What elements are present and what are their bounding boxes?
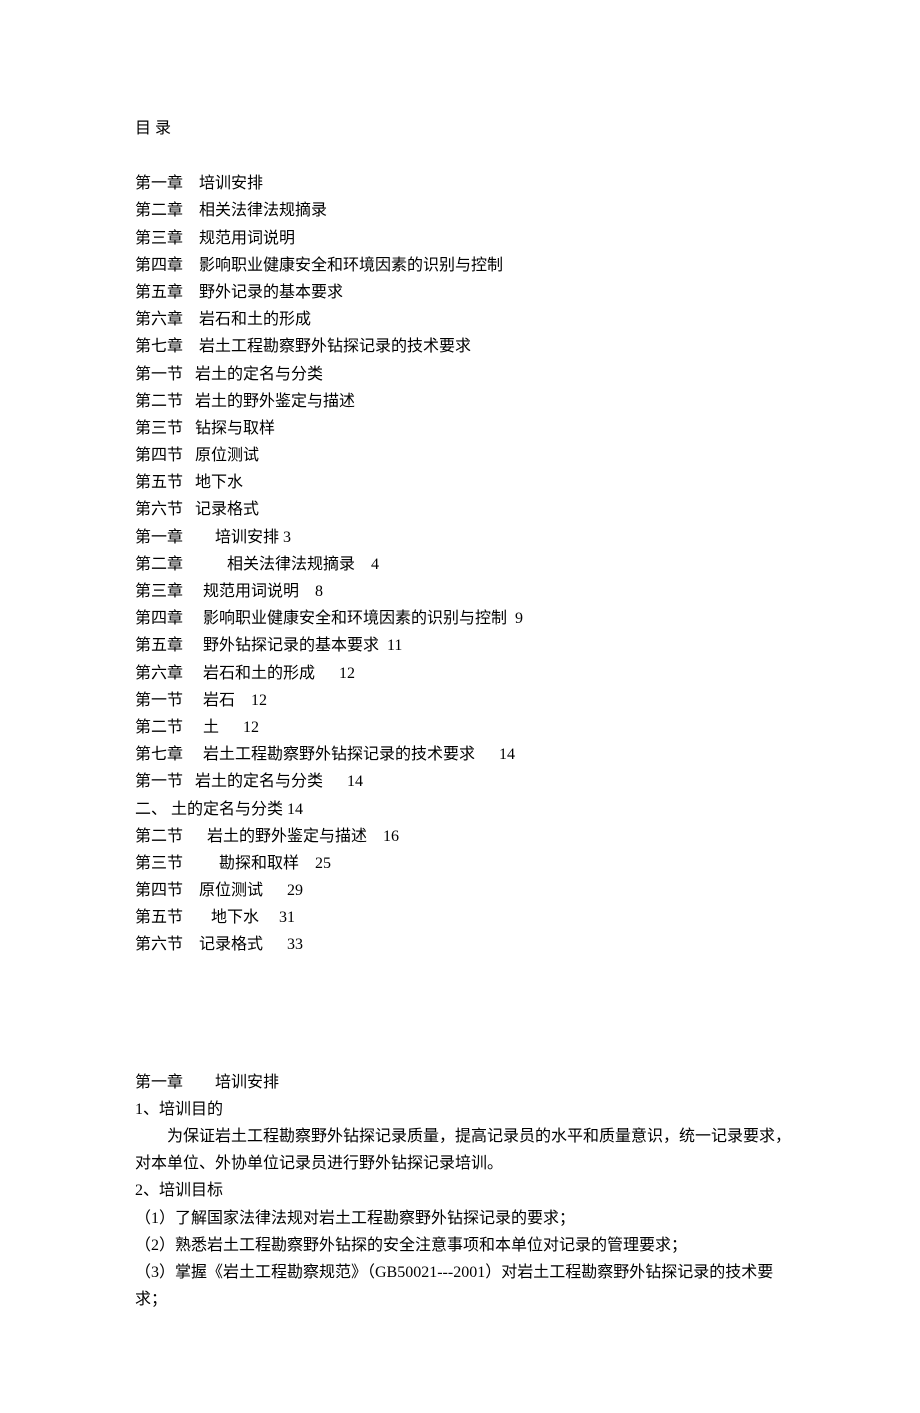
toc-item: 第一节 岩石 12 bbox=[135, 687, 795, 714]
chapter1-heading: 第一章 培训安排 bbox=[135, 1069, 795, 1096]
section1-body: 为保证岩土工程勘察野外钻探记录质量，提高记录员的水平和质量意识，统一记录要求，对… bbox=[135, 1123, 795, 1177]
toc-item: 第五节 地下水 bbox=[135, 469, 795, 496]
toc-item: 第一章 培训安排 bbox=[135, 170, 795, 197]
toc-item: 第三节 钻探与取样 bbox=[135, 415, 795, 442]
toc-item: 第一节 岩土的定名与分类 14 bbox=[135, 768, 795, 795]
toc-item: 第六节 记录格式 33 bbox=[135, 931, 795, 958]
toc-item: 第一章 培训安排 3 bbox=[135, 524, 795, 551]
toc-item: 第四章 影响职业健康安全和环境因素的识别与控制 9 bbox=[135, 605, 795, 632]
toc-list-part1: 第一章 培训安排 第二章 相关法律法规摘录 第三章 规范用词说明 第四章 影响职… bbox=[135, 170, 795, 523]
toc-item: 第六节 记录格式 bbox=[135, 496, 795, 523]
toc-item: 第三章 规范用词说明 bbox=[135, 225, 795, 252]
toc-item: 第一节 岩土的定名与分类 bbox=[135, 361, 795, 388]
section2-item: （1）了解国家法律法规对岩土工程勘察野外钻探记录的要求； bbox=[135, 1205, 795, 1232]
section2-item: （3）掌握《岩土工程勘察规范》（GB50021---2001）对岩土工程勘察野外… bbox=[135, 1259, 795, 1313]
toc-item: 第四节 原位测试 bbox=[135, 442, 795, 469]
toc-item: 第四节 原位测试 29 bbox=[135, 877, 795, 904]
toc-item: 第七章 岩土工程勘察野外钻探记录的技术要求 bbox=[135, 333, 795, 360]
section2-item: （2）熟悉岩土工程勘察野外钻探的安全注意事项和本单位对记录的管理要求； bbox=[135, 1232, 795, 1259]
toc-item: 第五章 野外记录的基本要求 bbox=[135, 279, 795, 306]
toc-item: 第五节 地下水 31 bbox=[135, 904, 795, 931]
spacer bbox=[135, 959, 795, 1069]
document-page: 目 录 第一章 培训安排 第二章 相关法律法规摘录 第三章 规范用词说明 第四章… bbox=[0, 0, 920, 1413]
toc-title: 目 录 bbox=[135, 115, 795, 142]
toc-item: 第六章 岩石和土的形成 bbox=[135, 306, 795, 333]
toc-item: 第二章 相关法律法规摘录 4 bbox=[135, 551, 795, 578]
toc-item: 第二节 土 12 bbox=[135, 714, 795, 741]
toc-list-part2: 第一章 培训安排 3 第二章 相关法律法规摘录 4 第三章 规范用词说明 8 第… bbox=[135, 524, 795, 959]
section1-title: 1、培训目的 bbox=[135, 1096, 795, 1123]
section2-title: 2、培训目标 bbox=[135, 1177, 795, 1204]
toc-item: 第六章 岩石和土的形成 12 bbox=[135, 660, 795, 687]
toc-item: 第三章 规范用词说明 8 bbox=[135, 578, 795, 605]
toc-item: 第七章 岩土工程勘察野外钻探记录的技术要求 14 bbox=[135, 741, 795, 768]
toc-item: 第三节 勘探和取样 25 bbox=[135, 850, 795, 877]
toc-item: 第二节 岩土的野外鉴定与描述 16 bbox=[135, 823, 795, 850]
toc-item: 第四章 影响职业健康安全和环境因素的识别与控制 bbox=[135, 252, 795, 279]
toc-item: 第二节 岩土的野外鉴定与描述 bbox=[135, 388, 795, 415]
toc-item: 二、 土的定名与分类 14 bbox=[135, 796, 795, 823]
toc-item: 第五章 野外钻探记录的基本要求 11 bbox=[135, 632, 795, 659]
toc-item: 第二章 相关法律法规摘录 bbox=[135, 197, 795, 224]
